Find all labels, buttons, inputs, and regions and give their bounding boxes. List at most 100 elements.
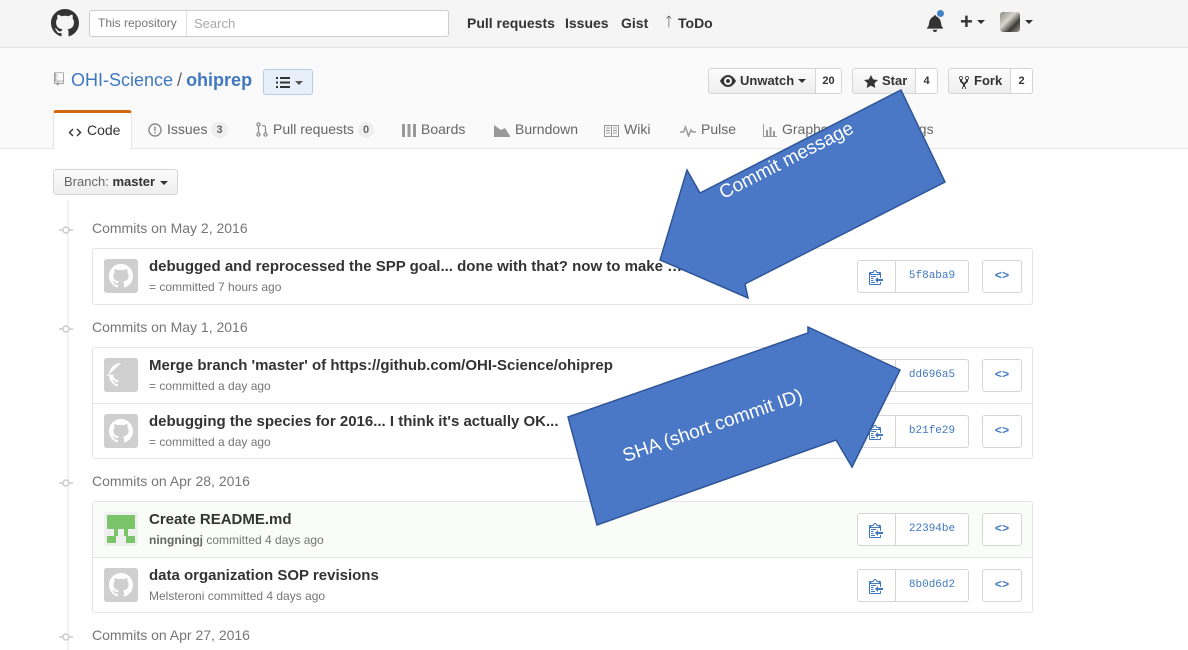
commit-sha-link[interactable]: dd696a5 [895, 359, 969, 392]
issue-opened-icon [148, 123, 162, 137]
author-avatar-octocat[interactable] [104, 414, 138, 448]
tab-issues[interactable]: Issues 3 [148, 110, 228, 149]
tab-label: Code [87, 122, 121, 138]
repo-title: OHI-Science / ohiprep [71, 70, 252, 91]
burndown-chart-icon [494, 125, 510, 137]
git-commit-icon [59, 226, 73, 234]
commit-meta: = committed 7 hours ago [149, 280, 282, 294]
tab-label: Pull requests [273, 121, 354, 137]
chevron-down-icon[interactable] [1025, 20, 1033, 24]
fork-button[interactable]: Fork [948, 68, 1011, 94]
eye-icon [720, 75, 736, 87]
browse-files-button[interactable]: <> [982, 513, 1022, 546]
stars-count[interactable]: 4 [916, 68, 938, 94]
commit-group-date: Commits on May 2, 2016 [92, 220, 248, 236]
branch-name: master [112, 174, 156, 189]
identicon-icon [104, 512, 138, 546]
commit-message-link[interactable]: Create README.md [149, 511, 292, 528]
pulse-icon [680, 125, 696, 137]
author-avatar-octocat[interactable] [104, 358, 138, 392]
commit-message-link[interactable]: debugging the species for 2016... I thin… [149, 413, 559, 430]
tab-code[interactable]: Code [53, 110, 132, 150]
commit-sha-link[interactable]: 22394be [895, 513, 969, 546]
repo-head: OHI-Science / ohiprep Unwatch 20 Star 4 Fo… [0, 48, 1188, 150]
author-avatar-identicon[interactable] [104, 512, 138, 546]
copy-sha-button[interactable] [857, 513, 896, 546]
copy-sha-button[interactable] [857, 569, 896, 602]
user-avatar[interactable] [1000, 12, 1020, 32]
commit-time: committed 4 days ago [206, 533, 324, 547]
commit-message-link[interactable]: Merge branch 'master' of https://github.… [149, 357, 613, 374]
repo-owner-link[interactable]: OHI-Science [71, 70, 173, 90]
git-commit-icon [59, 479, 73, 487]
repo-icon [54, 72, 64, 86]
commit-group-title: Commits on Apr 28, 2016 [59, 473, 250, 489]
list-icon [276, 77, 290, 88]
copy-sha-button[interactable] [857, 260, 896, 293]
star-icon [864, 75, 878, 88]
tab-pulse[interactable]: Pulse [680, 110, 736, 149]
plus-icon[interactable]: + [960, 10, 973, 34]
clippy-icon [869, 425, 883, 440]
github-logo-icon[interactable] [51, 9, 79, 37]
commit-message-link[interactable]: data organization SOP revisions [149, 567, 379, 584]
commit-group-date: Commits on Apr 28, 2016 [92, 473, 250, 489]
author-avatar-octocat[interactable] [104, 568, 138, 602]
search-box: This repository [89, 10, 449, 37]
octocat-icon [104, 358, 138, 392]
author-avatar-octocat[interactable] [104, 259, 138, 293]
commit-row: debugging the species for 2016... I thin… [93, 403, 1032, 458]
chevron-down-icon [295, 81, 303, 85]
fork-icon [959, 75, 969, 89]
chevron-down-icon[interactable] [977, 20, 985, 24]
nav-issues[interactable]: Issues [565, 15, 609, 31]
commit-group-title: Commits on May 1, 2016 [59, 319, 248, 335]
commit-sha-link[interactable]: 5f8aba9 [895, 260, 969, 293]
star-label: Star [882, 73, 908, 88]
browse-files-button[interactable]: <> [982, 569, 1022, 602]
browse-files-button[interactable]: <> [982, 260, 1022, 293]
tab-settings[interactable]: Settings [864, 110, 934, 149]
commit-author-link[interactable]: ningningj [149, 533, 203, 547]
browse-files-button[interactable]: <> [982, 359, 1022, 392]
commit-message-link[interactable]: debugged and reprocessed the SPP goal...… [149, 258, 682, 275]
tab-boards[interactable]: Boards [402, 110, 465, 149]
commit-sha-link[interactable]: 8b0d6d2 [895, 569, 969, 602]
octocat-icon [104, 414, 138, 448]
tab-label: Settings [883, 121, 934, 137]
project-list-button[interactable] [263, 69, 313, 95]
tab-label: Burndown [515, 121, 579, 137]
repo-name-link[interactable]: ohiprep [186, 70, 252, 90]
nav-gist[interactable]: Gist [621, 15, 648, 31]
commit-group-title: Commits on Apr 27, 2016 [59, 627, 250, 643]
clippy-icon [869, 270, 883, 285]
gear-icon [865, 124, 877, 136]
fork-label: Fork [974, 73, 1003, 88]
copy-sha-button[interactable] [857, 359, 896, 392]
star-button[interactable]: Star [852, 68, 916, 94]
commit-row: debugged and reprocessed the SPP goal...… [93, 249, 1032, 304]
tab-wiki[interactable]: Wiki [604, 110, 650, 149]
commit-row: Create README.md ningningj committed 4 d… [93, 502, 1032, 557]
copy-sha-button[interactable] [857, 415, 896, 448]
unwatch-button[interactable]: Unwatch [708, 68, 816, 94]
forks-count[interactable]: 2 [1011, 68, 1033, 94]
commit-list: Merge branch 'master' of https://github.… [92, 347, 1033, 459]
browse-files-button[interactable]: <> [982, 415, 1022, 448]
tab-pull-requests[interactable]: Pull requests 0 [256, 110, 375, 149]
boards-icon [402, 124, 416, 137]
search-input[interactable] [188, 12, 443, 34]
nav-todo[interactable]: ToDo [678, 15, 713, 31]
watchers-count[interactable]: 20 [816, 68, 842, 94]
git-pull-request-icon [256, 122, 268, 137]
code-icon [68, 128, 82, 137]
git-commit-icon [59, 325, 73, 333]
octocat-icon [104, 568, 138, 602]
todo-pin-icon: ᛏ [665, 14, 673, 29]
branch-select-button[interactable]: Branch: master [53, 169, 178, 195]
commit-group-date: Commits on Apr 27, 2016 [92, 627, 250, 643]
octocat-icon [104, 259, 138, 293]
nav-pull-requests[interactable]: Pull requests [467, 15, 555, 31]
tab-burndown[interactable]: Burndown [494, 110, 578, 149]
commit-sha-link[interactable]: b21fe29 [895, 415, 969, 448]
